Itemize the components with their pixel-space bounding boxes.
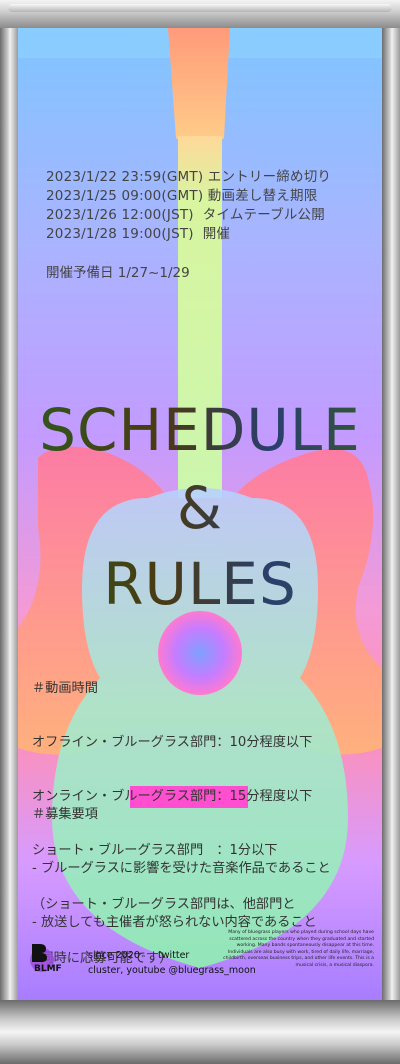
guitar-headstock <box>168 28 230 149</box>
poster-banner: 2023/1/22 23:59(GMT) エントリー締め切り 2023/1/25… <box>18 28 382 1000</box>
title-rules: RULES <box>18 550 382 618</box>
title-schedule: SCHEDULE <box>18 396 382 464</box>
schedule-item: 2023/1/25 09:00(GMT) 動画差し替え期限 <box>46 188 318 204</box>
scroll-top-rim <box>8 4 392 12</box>
twitter-text: twitter <box>158 950 190 961</box>
schedule-item: 2023/1/26 12:00(JST) タイムテーブル公開 <box>46 207 325 223</box>
scroll-bottom-bar <box>0 1000 400 1064</box>
schedule-item: 2023/1/28 19:00(JST) 開催 <box>46 226 231 242</box>
title-ampersand: & <box>18 474 382 542</box>
schedule-list: 2023/1/22 23:59(GMT) エントリー締め切り 2023/1/25… <box>46 168 331 244</box>
video-time-line: オフライン・ブルーグラス部門：10分程度以下 <box>32 735 313 750</box>
footer-note: Many of bluegrass players who played dur… <box>223 930 374 968</box>
footer-since: since 2020 twitter <box>88 950 189 961</box>
blmf-logo: BLMF <box>30 944 62 974</box>
video-time-heading: ＃動画時間 <box>32 681 98 696</box>
scroll-left-rod <box>0 28 18 1000</box>
since-text: since 2020 <box>88 950 140 961</box>
scroll-top-bar <box>0 0 400 29</box>
logo-text: BLMF <box>34 964 62 974</box>
schedule-item: 2023/1/22 23:59(GMT) エントリー締め切り <box>46 169 332 185</box>
requirements-line: - ブルーグラスに影響を受けた音楽作品であること <box>32 861 331 876</box>
preliminary-dates: 開催予備日 1/27~1/29 <box>46 265 190 281</box>
requirements-heading: ＃募集要項 <box>32 807 98 822</box>
scroll-right-rod <box>382 28 400 1000</box>
